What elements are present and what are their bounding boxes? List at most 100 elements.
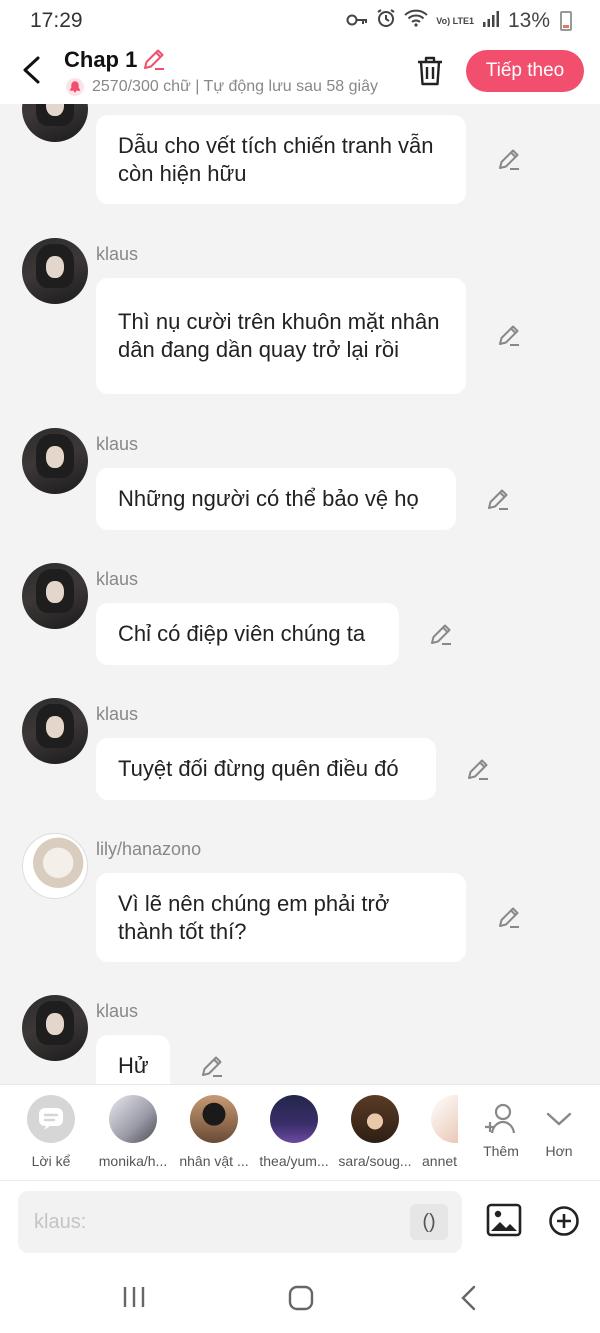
add-button[interactable] — [548, 1205, 580, 1242]
message-text: Những người có thể bảo vệ họ — [118, 486, 419, 511]
character-label: monika/h... — [98, 1153, 168, 1169]
message-text: Chỉ có điệp viên chúng ta — [118, 621, 366, 646]
image-button[interactable] — [486, 1203, 522, 1242]
message-text: Thì nụ cười trên khuôn mặt nhân dân đang… — [118, 309, 440, 362]
message-text: Dẫu cho vết tích chiến tranh vẫn còn hiệ… — [118, 132, 434, 186]
edit-message-button[interactable] — [199, 1053, 225, 1084]
battery-percent: 13% — [507, 9, 550, 32]
edit-title-button[interactable] — [141, 46, 167, 77]
page-title: Chap 1 — [64, 47, 138, 72]
character-item[interactable]: thea/yum... — [256, 1095, 332, 1169]
message-text: Hử — [118, 1053, 149, 1078]
character-item[interactable]: nhân vật ... — [176, 1095, 252, 1169]
message-bubble[interactable]: Tuyệt đối đừng quên điều đó — [96, 738, 436, 800]
avatar[interactable] — [22, 698, 88, 764]
composer: () — [0, 1180, 600, 1262]
character-label: Lời kể — [31, 1153, 71, 1169]
speaker-name: klaus — [96, 1001, 139, 1021]
character-label: thea/yum... — [259, 1153, 329, 1169]
avatar[interactable] — [22, 833, 88, 899]
pencil-icon — [499, 149, 519, 170]
character-narrator[interactable]: Lời kể — [13, 1095, 89, 1169]
avatar[interactable] — [22, 428, 88, 494]
pencil-icon — [468, 759, 488, 780]
message-bubble[interactable]: Vì lẽ nên chúng em phải trở thành tốt th… — [96, 873, 466, 962]
back-button[interactable] — [18, 54, 48, 86]
delete-button[interactable] — [414, 54, 446, 93]
pencil-icon — [499, 325, 519, 346]
add-user-icon — [485, 1103, 516, 1134]
subtitle-text: 2570/300 chữ | Tự động lưu sau 58 giây — [92, 78, 378, 95]
system-back-button[interactable] — [458, 1284, 480, 1317]
status-bar: 17:29 Vo) LTE1 13% — [0, 0, 600, 42]
avatar[interactable] — [22, 104, 88, 142]
speaker-name: klaus — [96, 704, 139, 724]
edit-message-button[interactable] — [496, 146, 522, 177]
parentheses-button[interactable]: () — [410, 1204, 448, 1240]
speaker-name: klaus — [96, 569, 139, 589]
avatar[interactable] — [22, 995, 88, 1061]
recents-icon — [123, 1287, 145, 1307]
edit-message-button[interactable] — [465, 756, 491, 787]
plus-circle-icon — [549, 1206, 579, 1236]
message-text: Tuyệt đối đừng quên điều đó — [118, 756, 399, 781]
narrator-avatar — [27, 1095, 75, 1143]
message-bubble[interactable]: Chỉ có điệp viên chúng ta — [96, 603, 399, 665]
key-icon — [346, 9, 368, 33]
edit-message-button[interactable] — [428, 621, 454, 652]
home-icon — [288, 1285, 314, 1311]
avatar — [351, 1095, 399, 1143]
character-label: annet — [422, 1153, 458, 1169]
pencil-icon — [431, 624, 451, 645]
avatar[interactable] — [22, 238, 88, 304]
speaker-name: klaus — [96, 434, 139, 454]
status-icons: Vo) LTE1 13% — [346, 8, 572, 34]
message-bubble[interactable]: Những người có thể bảo vệ họ — [96, 468, 456, 530]
pencil-icon — [144, 49, 164, 70]
pencil-icon — [202, 1056, 222, 1077]
save-status: 2570/300 chữ | Tự động lưu sau 58 giây — [66, 78, 391, 96]
avatar — [190, 1095, 238, 1143]
message-bubble[interactable]: Thì nụ cười trên khuôn mặt nhân dân đang… — [96, 278, 466, 394]
avatar — [431, 1095, 458, 1143]
more-button[interactable]: Hơn — [521, 1095, 597, 1159]
avatar — [270, 1095, 318, 1143]
wifi-icon — [404, 9, 428, 33]
message-text: Vì lẽ nên chúng em phải trở thành tốt th… — [118, 890, 390, 944]
edit-message-button[interactable] — [496, 322, 522, 353]
image-icon — [486, 1203, 522, 1237]
avatar[interactable] — [22, 563, 88, 629]
chevron-left-icon — [23, 56, 40, 84]
home-button[interactable] — [287, 1284, 315, 1317]
message-bubble[interactable]: Hử — [96, 1035, 170, 1084]
header: Chap 1 2570/300 chữ | Tự động lưu sau 58… — [0, 42, 600, 104]
character-label: nhân vật ... — [179, 1153, 249, 1169]
character-picker: Lời kể monika/h... nhân vật ... thea/yum… — [0, 1084, 600, 1180]
character-item[interactable]: monika/h... — [95, 1095, 171, 1169]
network-label: Vo) LTE1 — [436, 15, 474, 26]
chevron-down-icon — [546, 1112, 572, 1126]
avatar — [109, 1095, 157, 1143]
status-time: 17:29 — [30, 9, 83, 32]
pencil-icon — [499, 907, 519, 928]
character-label: sara/soug... — [338, 1153, 412, 1169]
bell-icon — [66, 78, 84, 96]
battery-icon — [560, 11, 572, 31]
chat-area[interactable]: Dẫu cho vết tích chiến tranh vẫn còn hiệ… — [0, 104, 600, 1084]
message-bubble[interactable]: Dẫu cho vết tích chiến tranh vẫn còn hiệ… — [96, 115, 466, 204]
system-nav-bar — [0, 1262, 600, 1333]
character-item[interactable]: annet — [418, 1095, 458, 1169]
message-input-box: () — [18, 1191, 462, 1253]
edit-message-button[interactable] — [485, 486, 511, 517]
pencil-icon — [488, 489, 508, 510]
edit-message-button[interactable] — [496, 904, 522, 935]
recents-button[interactable] — [121, 1284, 147, 1315]
message-input[interactable] — [34, 1191, 404, 1253]
character-item[interactable]: sara/soug... — [337, 1095, 413, 1169]
chevron-left-icon — [461, 1285, 476, 1311]
speaker-name: klaus — [96, 244, 139, 264]
alarm-icon — [376, 8, 396, 34]
more-label: Hơn — [545, 1143, 573, 1159]
next-button[interactable]: Tiếp theo — [466, 50, 584, 92]
speaker-name: lily/hanazono — [96, 839, 202, 859]
